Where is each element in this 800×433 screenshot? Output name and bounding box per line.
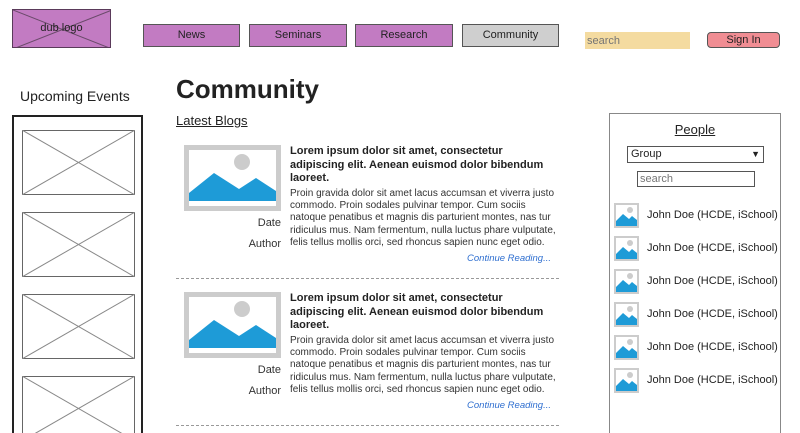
search-input[interactable] — [585, 32, 690, 49]
post-body: Proin gravida dolor sit amet lacus accum… — [290, 335, 556, 395]
image-placeholder-icon[interactable] — [184, 145, 281, 211]
continue-reading-link[interactable]: Continue Reading... — [467, 400, 551, 411]
person-name: John Doe (HCDE, iSchool) — [647, 308, 778, 320]
event-placeholder-icon[interactable] — [22, 212, 135, 277]
person-name: John Doe (HCDE, iSchool) — [647, 374, 778, 386]
nav-news[interactable]: News — [143, 24, 240, 47]
person-item[interactable]: John Doe (HCDE, iSchool) — [614, 368, 779, 394]
group-select-value: Group — [631, 148, 662, 160]
person-name: John Doe (HCDE, iSchool) — [647, 242, 778, 254]
blog-post: Date Author Lorem ipsum dolor sit amet, … — [176, 292, 559, 432]
event-placeholder-icon[interactable] — [22, 376, 135, 433]
person-item[interactable]: John Doe (HCDE, iSchool) — [614, 203, 779, 229]
post-headline[interactable]: Lorem ipsum dolor sit amet, consectetur … — [290, 145, 555, 186]
post-divider — [176, 425, 559, 426]
nav-seminars[interactable]: Seminars — [249, 24, 347, 47]
avatar-placeholder-icon — [614, 368, 639, 393]
post-divider — [176, 278, 559, 279]
post-body: Proin gravida dolor sit amet lacus accum… — [290, 188, 556, 248]
post-author: Author — [248, 238, 281, 250]
avatar-placeholder-icon — [614, 236, 639, 261]
person-name: John Doe (HCDE, iSchool) — [647, 209, 778, 221]
page-title: Community — [176, 74, 319, 104]
nav-research[interactable]: Research — [355, 24, 453, 47]
post-author: Author — [248, 385, 281, 397]
avatar-placeholder-icon — [614, 302, 639, 327]
image-placeholder-icon[interactable] — [184, 292, 281, 358]
person-item[interactable]: John Doe (HCDE, iSchool) — [614, 236, 779, 262]
people-title[interactable]: People — [610, 122, 780, 137]
continue-reading-link[interactable]: Continue Reading... — [467, 253, 551, 264]
post-date: Date — [257, 364, 281, 376]
sign-in-button[interactable]: Sign In — [707, 32, 780, 48]
events-title: Upcoming Events — [20, 88, 130, 104]
avatar-placeholder-icon — [614, 269, 639, 294]
nav-community[interactable]: Community — [462, 24, 559, 47]
person-item[interactable]: John Doe (HCDE, iSchool) — [614, 335, 779, 361]
events-list — [12, 115, 143, 433]
person-item[interactable]: John Doe (HCDE, iSchool) — [614, 269, 779, 295]
person-name: John Doe (HCDE, iSchool) — [647, 341, 778, 353]
event-placeholder-icon[interactable] — [22, 130, 135, 195]
person-name: John Doe (HCDE, iSchool) — [647, 275, 778, 287]
person-item[interactable]: John Doe (HCDE, iSchool) — [614, 302, 779, 328]
post-date: Date — [257, 217, 281, 229]
group-select[interactable]: Group ▼ — [627, 146, 764, 163]
chevron-down-icon: ▼ — [751, 149, 760, 159]
logo[interactable]: dub logo — [12, 9, 111, 48]
blog-post: Date Author Lorem ipsum dolor sit amet, … — [176, 145, 559, 285]
avatar-placeholder-icon — [614, 203, 639, 228]
people-search-input[interactable] — [637, 171, 755, 187]
event-placeholder-icon[interactable] — [22, 294, 135, 359]
latest-blogs-link[interactable]: Latest Blogs — [176, 113, 248, 128]
people-panel: People Group ▼ John Doe (HCDE, iSchool) … — [609, 113, 781, 433]
post-headline[interactable]: Lorem ipsum dolor sit amet, consectetur … — [290, 292, 555, 333]
logo-text: dub logo — [40, 22, 83, 34]
avatar-placeholder-icon — [614, 335, 639, 360]
